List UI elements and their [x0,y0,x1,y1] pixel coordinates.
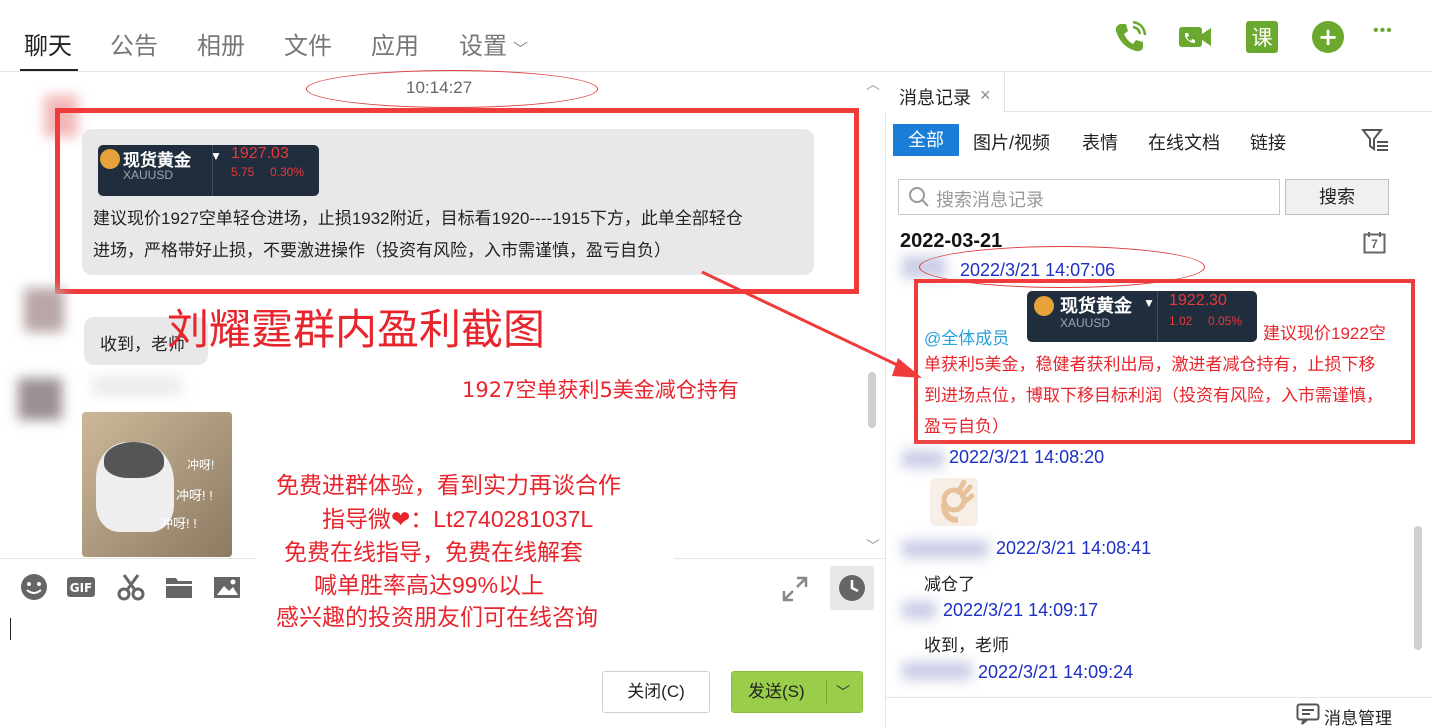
chevron-down-icon: ﹀ [513,41,529,58]
highlight-box [55,108,859,294]
search-placeholder: 搜索消息记录 [936,190,1044,210]
folder-icon[interactable] [164,572,194,602]
sticker-text: 冲呀! [187,458,215,472]
sticker-text: 冲呀! ! [160,516,197,531]
annotation-arrow [701,270,922,378]
sticker-image[interactable]: 冲呀! 冲呀! ! 冲呀! ! [82,412,232,557]
panel-tab-divider [1005,111,1432,112]
dog-head [104,442,164,478]
sender-name [902,540,988,558]
chevron-down-icon[interactable]: ﹀ [836,672,850,712]
tab-announcements[interactable]: 公告 [110,26,158,61]
close-button[interactable]: 关闭(C) [602,671,710,713]
panel-scrollbar[interactable] [1414,526,1422,650]
ok-hand-sticker[interactable] [930,478,978,526]
filter-docs[interactable]: 在线文档 [1148,129,1220,155]
tab-chat[interactable]: 聊天 [24,26,72,61]
close-icon[interactable]: × [980,85,991,106]
search-icon [909,187,929,207]
message-manage-link[interactable]: 消息管理 [1324,704,1392,727]
panel-tab-history[interactable]: 消息记录 [899,84,971,110]
phone-icon[interactable] [1111,18,1149,56]
filter-media[interactable]: 图片/视频 [973,129,1050,155]
message-manage-icon [1296,703,1320,725]
add-icon-glyph: + [1318,23,1338,51]
entry-text: 减仓了 [924,575,975,594]
sender-name [902,662,972,680]
filter-icon[interactable] [1361,128,1389,152]
promo-line: 免费在线指导，免费在线解套 [284,539,583,565]
promo-line: 指导微❤：Lt2740281037L [322,506,594,532]
tab-album[interactable]: 相册 [197,26,245,61]
tab-settings[interactable]: 设置 ﹀ [459,26,528,61]
sender-name [902,601,936,619]
gif-icon[interactable]: GIF [66,572,96,602]
promo-line: 免费进群体验，看到实力再谈合作 [276,472,621,498]
panel-footer-divider [885,697,1432,698]
send-divider [826,680,827,704]
lesson-icon[interactable]: 课 [1243,18,1281,56]
history-button[interactable] [830,566,874,610]
svg-text:GIF: GIF [70,581,93,595]
search-button[interactable]: 搜索 [1285,179,1389,215]
add-icon[interactable]: + [1309,18,1347,56]
sender-name [92,376,182,396]
clock-icon [839,575,865,601]
entry-text: 收到，老师 [924,636,1009,655]
input-caret[interactable] [10,618,11,640]
filter-emoji[interactable]: 表情 [1082,129,1118,155]
entry-timestamp: 2022/3/21 14:08:41 [996,538,1152,558]
scroll-up-icon[interactable]: ︿ [866,74,880,94]
top-bar: 聊天 公告 相册 文件 应用 设置 ﹀ 课 + ••• [0,0,1432,72]
avatar[interactable] [18,378,62,420]
entry-timestamp: 2022/3/21 14:08:20 [949,447,1105,467]
filter-all[interactable]: 全部 [893,124,959,156]
video-icon[interactable] [1176,18,1214,56]
tab-settings-label: 设置 [459,33,507,60]
ok-hand-icon [941,479,975,523]
sticker-text: 冲呀! ! [176,488,213,503]
calendar-icon[interactable]: 7 [1363,231,1386,254]
scroll-down-icon[interactable]: ﹀ [866,536,880,556]
entry-timestamp: 2022/3/21 14:09:17 [943,600,1099,620]
lesson-icon-glyph: 课 [1252,26,1273,50]
overlay-caption: 刘耀霆群内盈利截图 [167,305,546,354]
promo-line: 感兴趣的投资朋友们可在线咨询 [276,604,598,630]
sender-name [902,450,944,468]
promo-overlay: 免费进群体验，看到实力再谈合作 指导微❤：Lt2740281037L 免费在线指… [256,456,674,640]
entry-timestamp: 2022/3/21 14:09:24 [978,662,1134,682]
overlay-subcaption: 1927空单获利5美金减仓持有 [462,378,739,402]
tab-apps[interactable]: 应用 [371,26,419,61]
filter-links[interactable]: 链接 [1250,129,1286,155]
scissors-icon[interactable] [116,572,146,602]
calendar-day: 7 [1371,237,1378,251]
highlight-ellipse [306,70,598,108]
active-tab-underline [20,69,78,71]
tab-files[interactable]: 文件 [284,26,332,61]
more-icon[interactable]: ••• [1373,22,1393,40]
emoji-icon[interactable] [19,572,49,602]
avatar[interactable] [24,288,64,332]
send-button-label: 发送(S) [748,682,805,701]
highlight-box [914,279,1415,444]
send-button[interactable]: 发送(S) ﹀ [731,671,863,713]
chat-window: 聊天 公告 相册 文件 应用 设置 ﹀ 课 + ••• 10:14:27 ︿ 现… [0,0,1432,727]
expand-icon[interactable] [780,574,810,604]
promo-line: 喊单胜率高达99%以上 [314,572,545,598]
image-icon[interactable] [212,572,242,602]
